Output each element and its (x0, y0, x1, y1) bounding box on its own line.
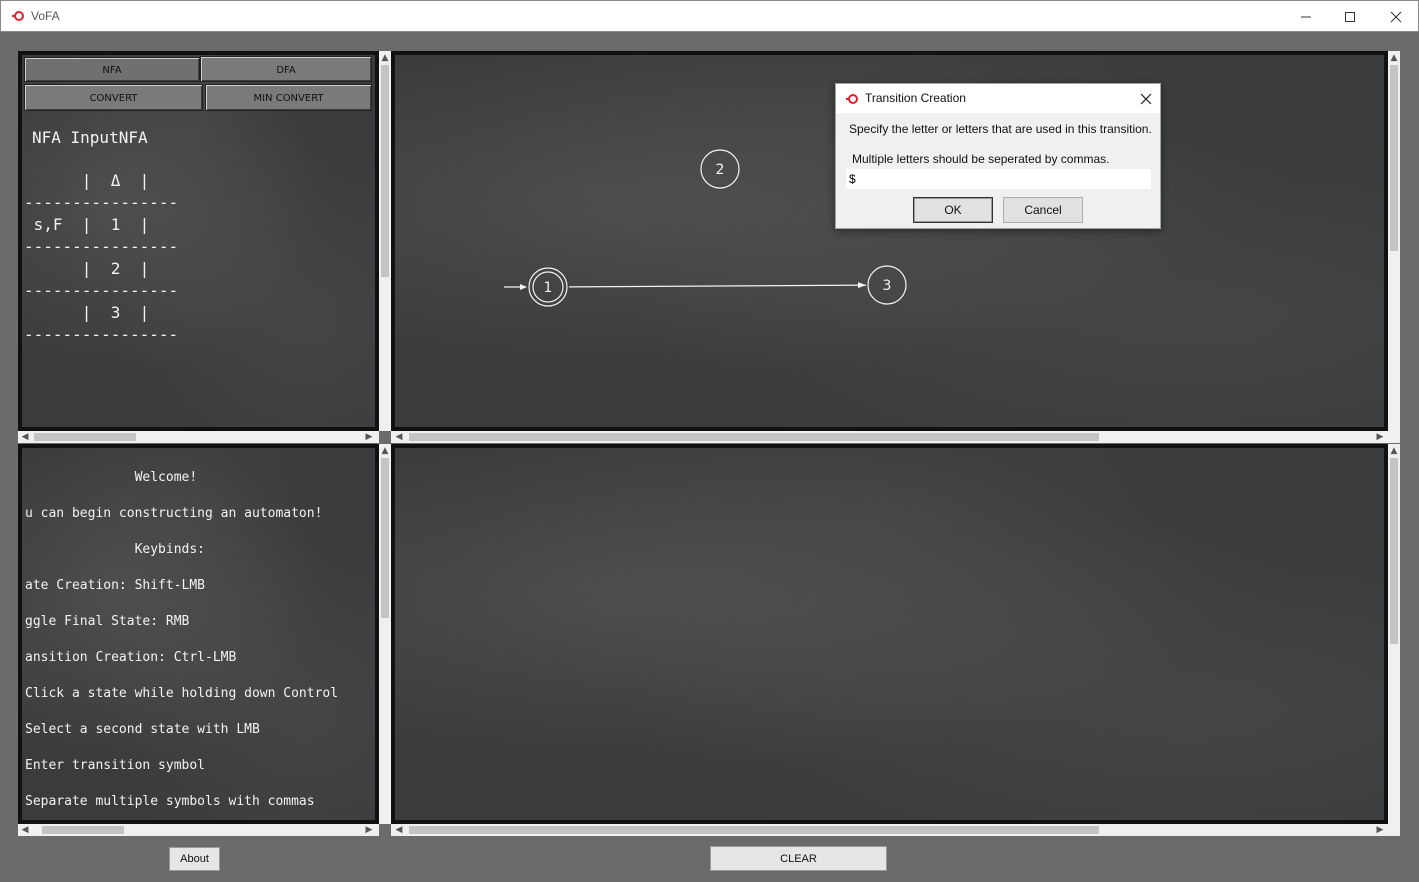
start-arrowhead-icon (520, 284, 527, 290)
scroll-right-icon[interactable]: ▶ (364, 432, 374, 442)
nfa-tab-button[interactable]: NFA (24, 57, 200, 82)
table-divider: ---------------- (24, 237, 179, 256)
transition-symbol-input[interactable] (846, 169, 1151, 189)
close-icon (1140, 93, 1152, 105)
state-label: 2 (716, 162, 725, 178)
scroll-right-icon[interactable]: ▶ (1375, 432, 1385, 442)
console-line: Separate multiple symbols with commas (25, 794, 315, 809)
close-icon (1390, 11, 1402, 22)
table-row: | 2 | (24, 259, 150, 278)
table-vertical-scrollbar[interactable]: ▲ (379, 51, 391, 431)
console-line: Welcome! (25, 470, 198, 485)
dfa-tab-button[interactable]: DFA (200, 56, 372, 82)
cancel-button[interactable]: Cancel (1003, 197, 1083, 223)
scroll-thumb[interactable] (42, 826, 124, 834)
result-horizontal-scrollbar[interactable]: ◀ ▶ (391, 824, 1400, 836)
maximize-icon (1345, 11, 1355, 22)
dialog-title-bar: Transition Creation (836, 84, 1160, 113)
clear-button[interactable]: CLEAR (710, 846, 887, 871)
ok-button[interactable]: OK (913, 197, 993, 223)
table-divider: ---------------- (24, 325, 179, 344)
console-line: ansition Creation: Ctrl-LMB (25, 650, 237, 665)
console-panel: Welcome! u can begin constructing an auto… (18, 444, 379, 824)
arrowhead-icon (857, 282, 867, 289)
scroll-left-icon[interactable]: ◀ (394, 825, 404, 835)
result-canvas[interactable] (391, 444, 1388, 824)
dialog-title: Transition Creation (865, 91, 966, 105)
table-row: | 3 | (24, 303, 150, 322)
scroll-left-icon[interactable]: ◀ (394, 432, 404, 442)
scroll-up-icon[interactable]: ▲ (380, 53, 390, 63)
canvas-vertical-scrollbar[interactable]: ▲ (1388, 51, 1400, 431)
console-line: ate Creation: Shift-LMB (25, 578, 206, 593)
console-horizontal-scrollbar[interactable]: ◀ ▶ (18, 824, 379, 836)
scroll-thumb[interactable] (1390, 458, 1398, 644)
result-vertical-scrollbar[interactable]: ▲ (1388, 444, 1400, 824)
maximize-button[interactable] (1327, 1, 1373, 32)
dialog-instruction: Specify the letter or letters that are u… (849, 122, 1152, 136)
scroll-thumb[interactable] (409, 433, 1099, 441)
dialog-hint: Multiple letters should be seperated by … (852, 152, 1110, 166)
console-line: ggle Final State: RMB (25, 614, 190, 629)
scroll-thumb[interactable] (381, 458, 389, 618)
console-line: Click a state while holding down Control (25, 686, 339, 701)
window-title: VoFA (31, 9, 60, 23)
minimize-icon (1301, 16, 1311, 17)
transition-arrow (568, 284, 867, 288)
min-convert-button[interactable]: MIN CONVERT (205, 84, 372, 111)
state-label: 1 (544, 280, 553, 296)
scroll-left-icon[interactable]: ◀ (20, 432, 30, 442)
dialog-app-icon (846, 94, 858, 104)
scroll-thumb[interactable] (381, 65, 389, 277)
table-row: | Δ | (24, 171, 150, 190)
table-title: NFA InputNFA (32, 128, 148, 147)
scroll-right-icon[interactable]: ▶ (1375, 825, 1385, 835)
convert-button[interactable]: CONVERT (24, 84, 203, 111)
title-bar: VoFA (0, 0, 1419, 32)
table-horizontal-scrollbar[interactable]: ◀ ▶ (18, 431, 379, 443)
console-line: u can begin constructing an automaton! (25, 506, 323, 521)
table-divider: ---------------- (24, 281, 179, 300)
console-line: Enter transition symbol (25, 758, 206, 773)
scroll-thumb[interactable] (1390, 65, 1398, 251)
state-label: 3 (883, 278, 892, 294)
app-logo-icon (12, 11, 24, 21)
transition-creation-dialog: Transition Creation Specify the letter o… (835, 83, 1161, 229)
table-row: s,F | 1 | (24, 215, 150, 234)
scroll-right-icon[interactable]: ▶ (364, 825, 374, 835)
canvas-horizontal-scrollbar[interactable]: ◀ ▶ (391, 431, 1400, 443)
console-line: Select a second state with LMB (25, 722, 260, 737)
scroll-up-icon[interactable]: ▲ (380, 446, 390, 456)
scroll-thumb[interactable] (34, 433, 136, 441)
scroll-left-icon[interactable]: ◀ (20, 825, 30, 835)
close-button[interactable] (1373, 1, 1419, 32)
console-vertical-scrollbar[interactable]: ▲ (379, 444, 391, 824)
console-line: Keybinds: (25, 542, 206, 557)
about-button[interactable]: About (169, 847, 220, 871)
scroll-thumb[interactable] (409, 826, 1099, 834)
dialog-close-button[interactable] (1136, 89, 1156, 109)
scroll-up-icon[interactable]: ▲ (1389, 446, 1399, 456)
table-divider: ---------------- (24, 193, 179, 212)
scroll-up-icon[interactable]: ▲ (1389, 53, 1399, 63)
minimize-button[interactable] (1283, 1, 1329, 32)
